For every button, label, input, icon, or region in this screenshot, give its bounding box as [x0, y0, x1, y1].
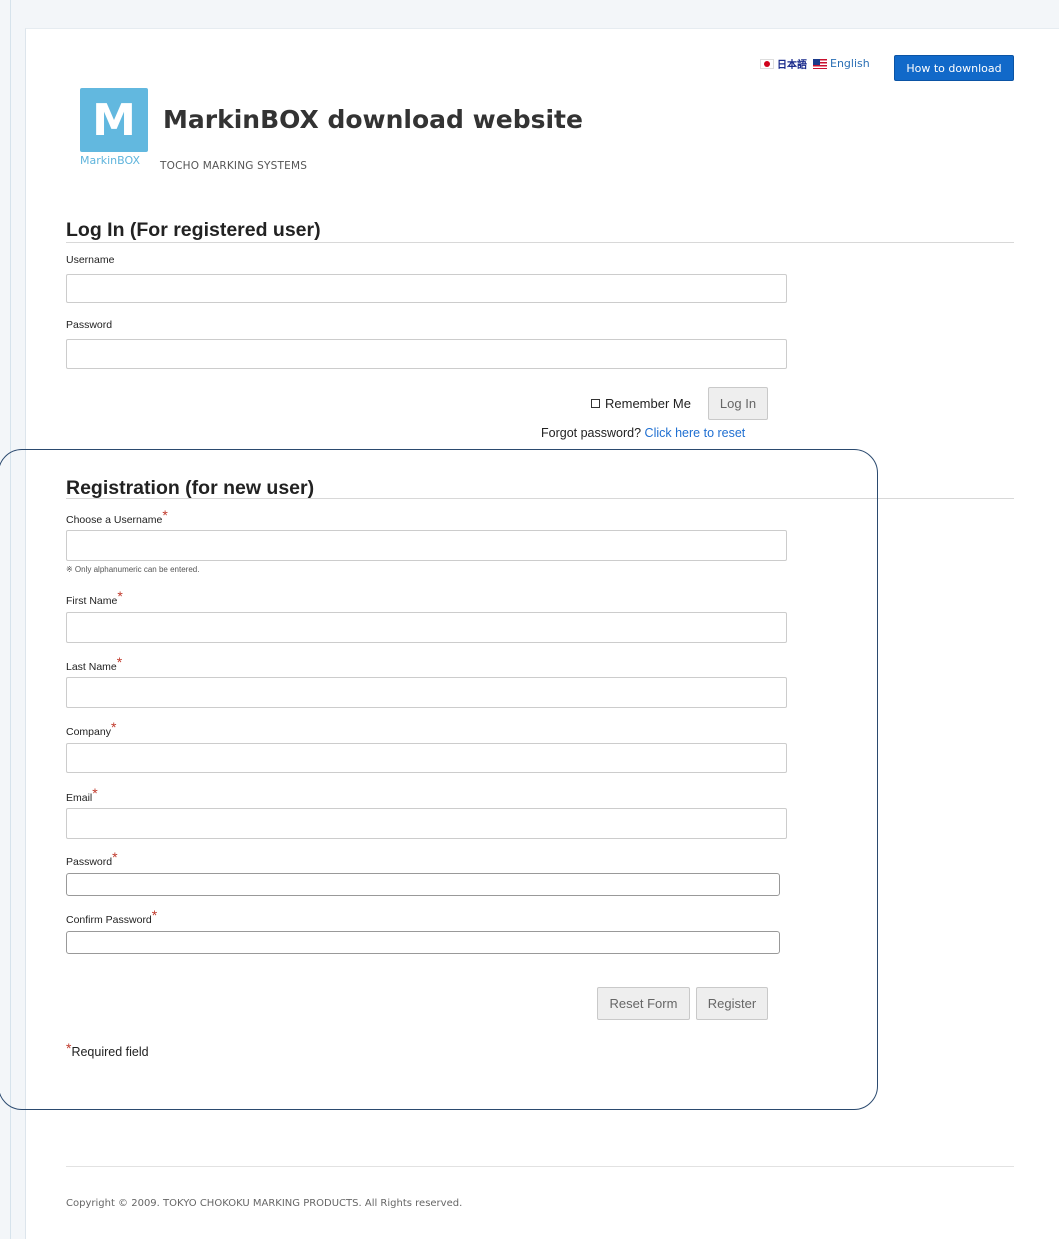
usa-flag-icon — [813, 58, 827, 69]
company-input[interactable] — [66, 743, 787, 773]
company-label: Company* — [66, 719, 117, 738]
required-asterisk: * — [117, 588, 123, 604]
forgot-password: Forgot password? Click here to reset — [541, 426, 745, 440]
login-password-label: Password — [66, 319, 113, 331]
reg-username-label-text: Choose a Username — [66, 514, 163, 526]
required-field-note-text: Required field — [71, 1045, 149, 1059]
reg-username-label: Choose a Username* — [66, 507, 168, 526]
reg-password-label-text: Password — [66, 856, 113, 868]
required-asterisk: * — [162, 507, 168, 523]
language-switcher: 日本語 English — [760, 56, 870, 71]
last-name-label-text: Last Name — [66, 661, 117, 673]
username-hint: ※ Only alphanumeric can be entered. — [66, 565, 200, 574]
required-asterisk: * — [112, 849, 118, 865]
language-english-link[interactable]: English — [813, 57, 870, 70]
company-label-text: Company — [66, 726, 111, 738]
register-button[interactable]: Register — [696, 987, 768, 1020]
reg-username-input[interactable] — [66, 530, 787, 561]
japan-flag-icon — [760, 58, 774, 69]
required-asterisk: * — [66, 1040, 72, 1056]
logo-text: MarkinBOX — [80, 154, 140, 167]
remember-me-label: Remember Me — [605, 396, 691, 411]
forgot-password-text: Forgot password? — [541, 426, 642, 440]
last-name-label: Last Name* — [66, 654, 123, 673]
footer-divider — [66, 1166, 1014, 1167]
login-section-title: Log In (For registered user) — [66, 219, 321, 241]
how-to-download-button[interactable]: How to download — [894, 55, 1014, 81]
login-username-input[interactable] — [66, 274, 787, 303]
reg-password-input[interactable] — [66, 873, 780, 896]
reset-password-link[interactable]: Click here to reset — [645, 426, 746, 440]
language-japanese-link[interactable]: 日本語 — [760, 56, 807, 71]
required-asterisk: * — [151, 907, 158, 923]
first-name-input[interactable] — [66, 612, 787, 643]
remember-me[interactable]: Remember Me — [591, 396, 691, 411]
logo-m-icon: M — [80, 88, 148, 152]
first-name-label-text: First Name — [66, 595, 118, 607]
language-english-label: English — [830, 57, 870, 70]
copyright-text: Copyright © 2009. TOKYO CHOKOKU MARKING … — [66, 1198, 463, 1209]
registration-section-title: Registration (for new user) — [66, 477, 315, 499]
required-asterisk: * — [110, 719, 117, 735]
confirm-password-input[interactable] — [66, 931, 780, 954]
login-username-label: Username — [66, 254, 115, 266]
first-name-label: First Name* — [66, 588, 123, 607]
required-field-note: *Required field — [66, 1040, 149, 1059]
language-japanese-label: 日本語 — [777, 60, 807, 71]
email-label: Email* — [66, 785, 98, 804]
site-title: MarkinBOX download website — [163, 105, 583, 134]
registration-section-divider — [66, 498, 1014, 499]
login-password-input[interactable] — [66, 339, 787, 369]
confirm-password-label-text: Confirm Password — [66, 914, 152, 926]
reset-form-button[interactable]: Reset Form — [597, 987, 690, 1020]
site-subtitle: TOCHO MARKING SYSTEMS — [160, 160, 308, 172]
login-section-divider — [66, 242, 1014, 243]
required-asterisk: * — [92, 785, 98, 801]
email-input[interactable] — [66, 808, 787, 839]
page-edge-line — [10, 0, 11, 1239]
reg-password-label: Password* — [66, 849, 118, 868]
last-name-input[interactable] — [66, 677, 787, 708]
email-label-text: Email — [66, 792, 93, 804]
markinbox-logo[interactable]: M MarkinBOX — [80, 88, 148, 168]
remember-me-checkbox[interactable] — [591, 399, 600, 408]
confirm-password-label: Confirm Password* — [66, 907, 158, 926]
login-button[interactable]: Log In — [708, 387, 768, 420]
required-asterisk: * — [116, 654, 123, 670]
